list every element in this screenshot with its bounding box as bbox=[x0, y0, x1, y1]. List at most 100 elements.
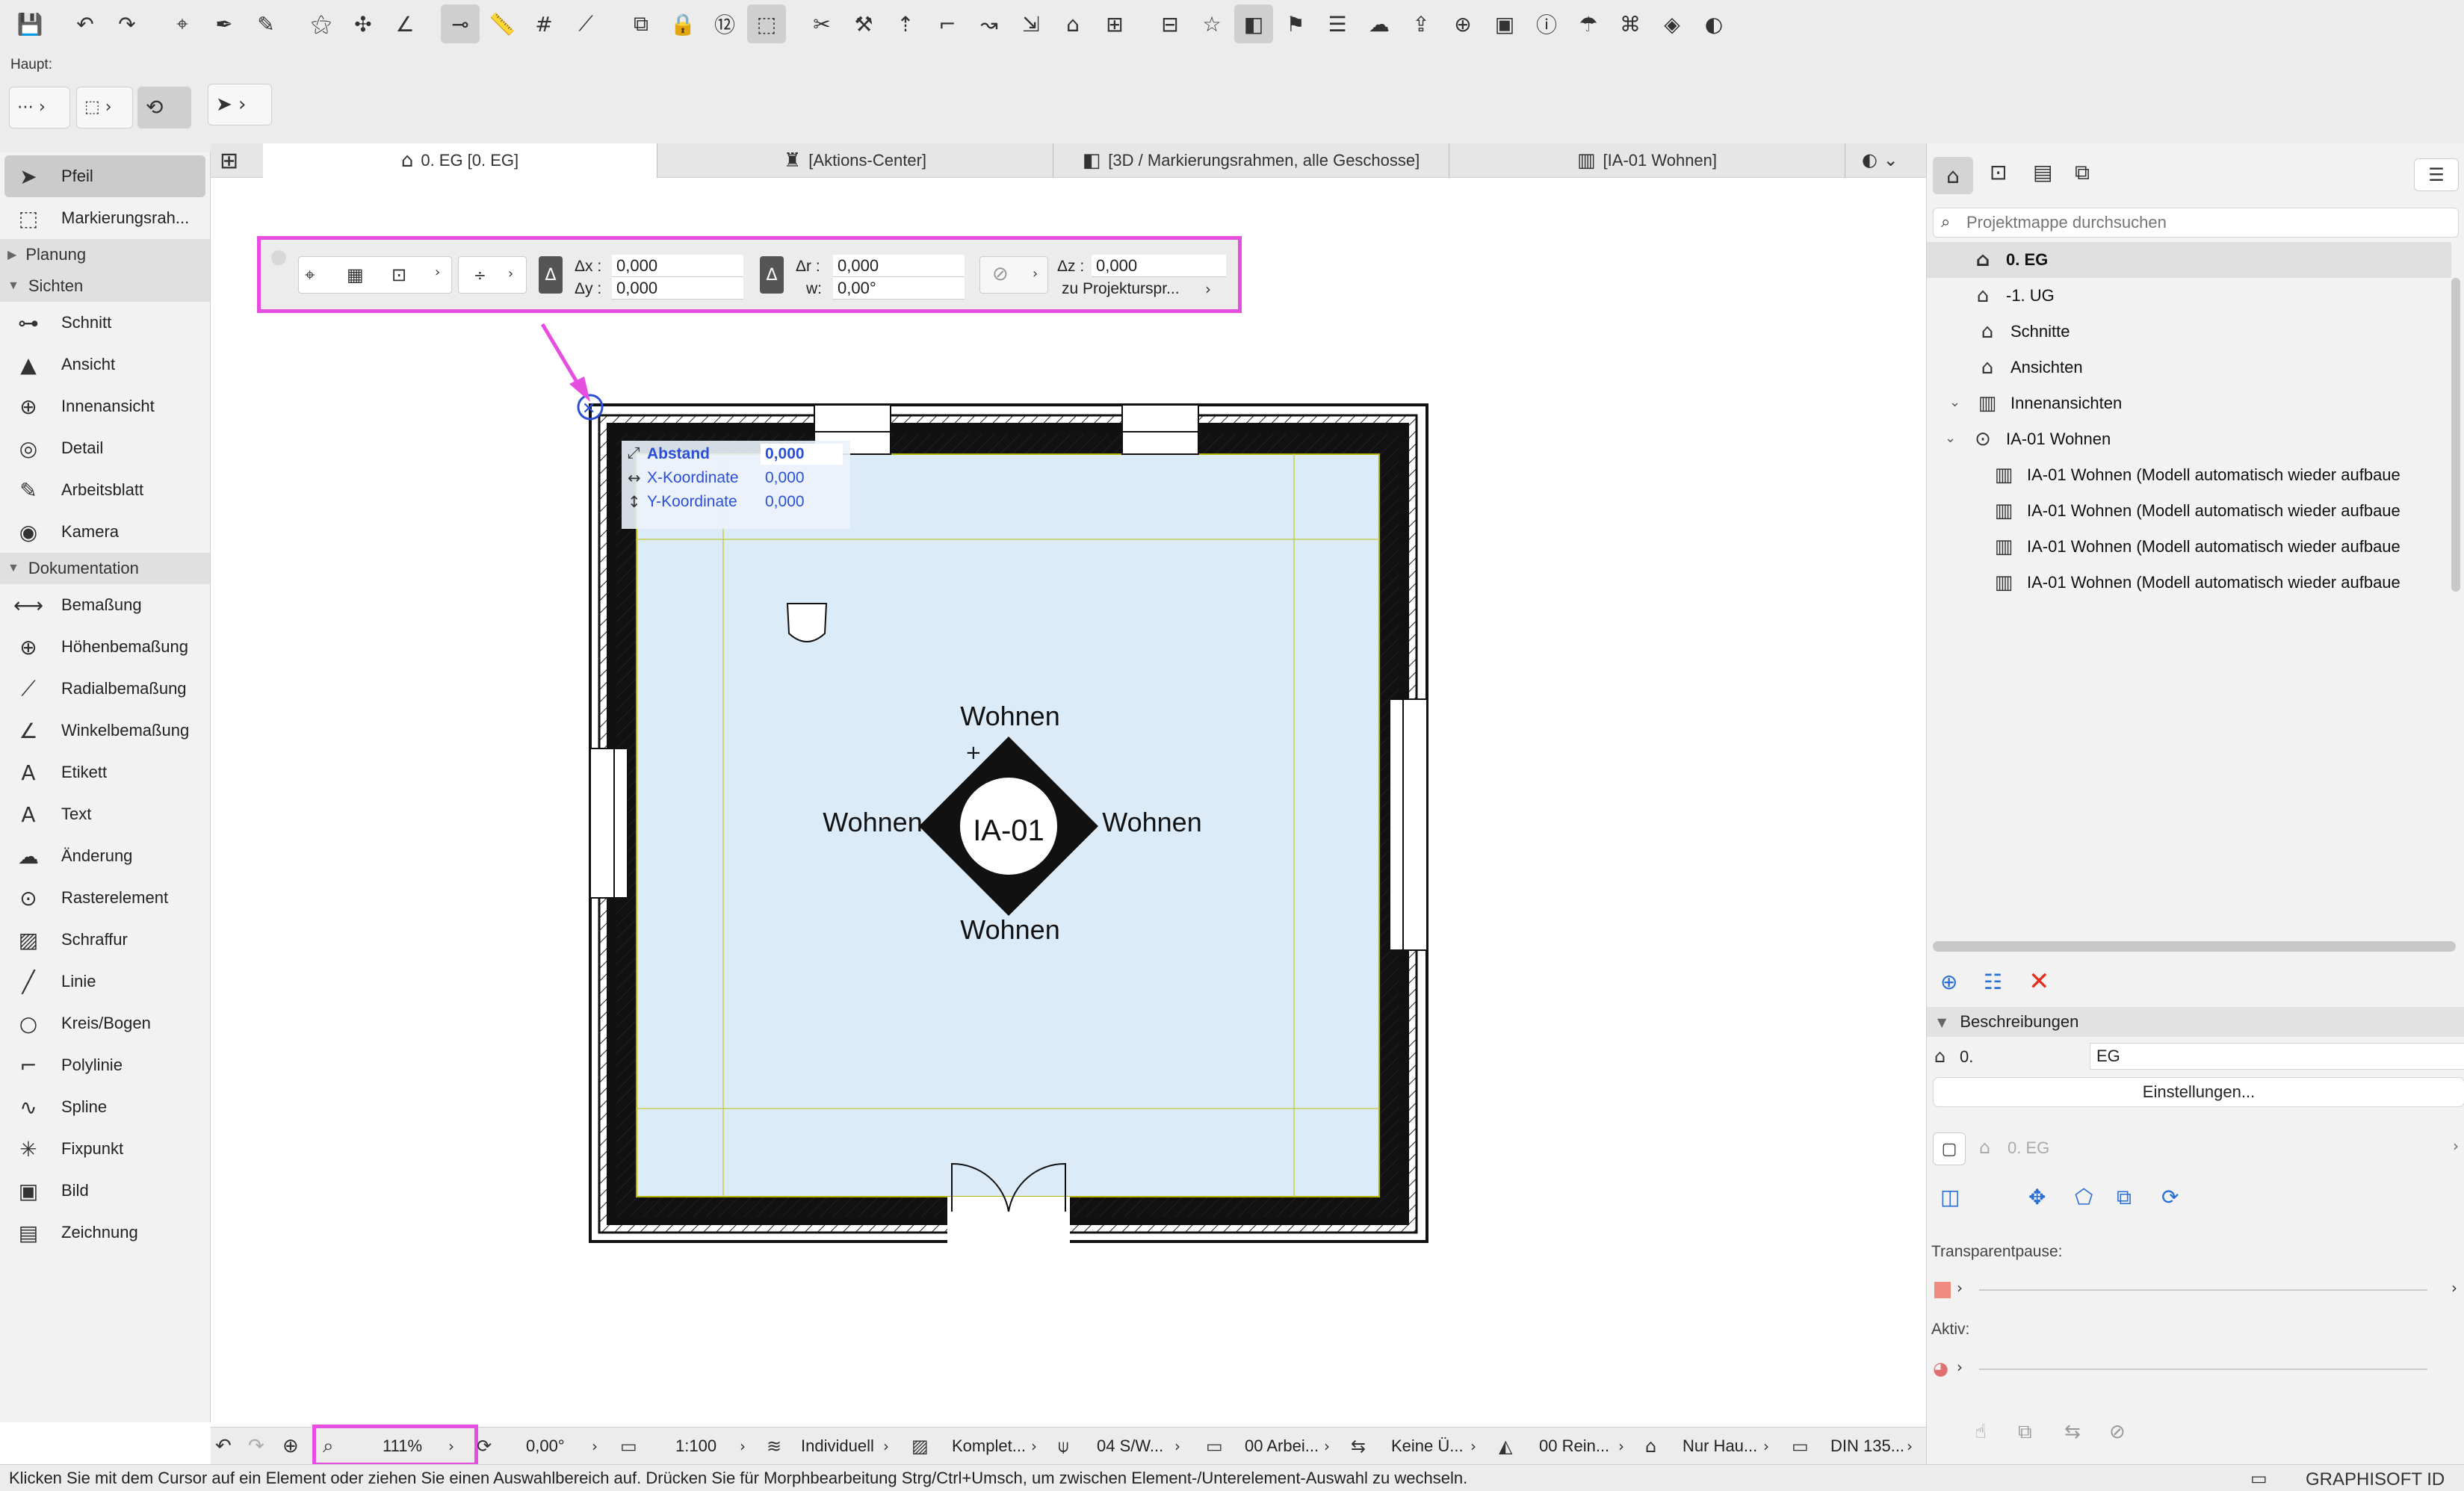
curve-icon[interactable]: ↝ bbox=[970, 4, 1009, 43]
tab-menu-icon[interactable]: ◐ ⌄ bbox=[1862, 149, 1898, 170]
navigator-item[interactable]: ⌂ Ansichten bbox=[1973, 350, 2083, 385]
window-right[interactable] bbox=[1389, 698, 1428, 951]
group-planung[interactable]: ▶ Planung bbox=[0, 239, 210, 270]
tracker-y-field[interactable]: 0,000 bbox=[765, 493, 805, 511]
tool-text[interactable]: A Text bbox=[0, 793, 210, 835]
snap-options-group[interactable]: ⌖ ▦ ⊡ › bbox=[298, 256, 452, 294]
slope-options[interactable]: ⊘ › bbox=[979, 256, 1048, 294]
line-type-selector[interactable]: ⋯ › bbox=[9, 87, 70, 128]
menu-icon[interactable]: ☰ bbox=[2414, 158, 2459, 191]
chevron-right-icon[interactable]: › bbox=[1470, 1428, 1476, 1465]
tool-polylinie[interactable]: ⌐ Polylinie bbox=[0, 1044, 210, 1086]
tab-floor-plan[interactable]: ⌂ 0. EG [0. EG] bbox=[263, 143, 657, 178]
group-dokumentation[interactable]: ▼ Dokumentation bbox=[0, 553, 210, 584]
chevron-right-icon[interactable]: › bbox=[883, 1428, 889, 1465]
graphisoft-id-link[interactable]: GRAPHISOFT ID bbox=[2306, 1469, 2445, 1490]
save-icon[interactable]: 💾 bbox=[10, 4, 49, 43]
stack-icon[interactable]: ⧉ bbox=[622, 4, 660, 43]
chevron-right-icon[interactable]: › bbox=[1205, 280, 1211, 298]
group-icon[interactable]: ⊟ bbox=[1151, 4, 1189, 43]
roof-icon[interactable]: ⌂ bbox=[1053, 4, 1092, 43]
delete-icon[interactable]: ✕ bbox=[2028, 967, 2050, 996]
grid-icon[interactable]: # bbox=[524, 4, 563, 43]
info-icon[interactable]: ⓘ bbox=[1527, 4, 1566, 43]
tool-schraffur[interactable]: ▨ Schraffur bbox=[0, 919, 210, 961]
undo-zoom-icon[interactable]: ↶ bbox=[215, 1428, 232, 1465]
reference-icon[interactable]: ◫ bbox=[1940, 1185, 1960, 1209]
tool-rasterelement[interactable]: ⊙ Rasterelement bbox=[0, 877, 210, 919]
tab-action-center[interactable]: ♜ [Aktions-Center] bbox=[657, 143, 1053, 178]
chevron-right-icon[interactable]: › bbox=[740, 1428, 746, 1465]
trace-action-icon[interactable]: ☝ bbox=[1975, 1421, 1987, 1443]
drawing-canvas[interactable]: + ✕ IA-01 Wohnen Wohnen Wohnen Wohnen ⤢ … bbox=[211, 178, 1926, 1430]
trace-swap-icon[interactable]: ⇆ bbox=[2064, 1421, 2081, 1443]
snap-icon[interactable]: ✣ bbox=[344, 4, 383, 43]
tool-pfeil[interactable]: ➤ Pfeil bbox=[4, 155, 205, 197]
hammer-icon[interactable]: ⚒ bbox=[844, 4, 883, 43]
project-map-icon[interactable]: ⌂ bbox=[1933, 157, 1973, 194]
eyedropper-icon[interactable]: ✒ bbox=[205, 4, 244, 43]
tool-radialbemaßung[interactable]: ⟋ Radialbemaßung bbox=[0, 668, 210, 710]
reference-selector[interactable]: zu Projekturspr... bbox=[1062, 280, 1180, 298]
tool-schnitt[interactable]: ⊶ Schnitt bbox=[0, 302, 210, 344]
work-value[interactable]: 00 Arbei... bbox=[1245, 1428, 1319, 1465]
story-name-field[interactable]: EG bbox=[2090, 1043, 2464, 1070]
corner-icon[interactable]: ⌐ bbox=[928, 4, 967, 43]
tool-detail[interactable]: ◎ Detail bbox=[0, 427, 210, 469]
trace-slider[interactable] bbox=[1979, 1289, 2427, 1291]
redo-zoom-icon[interactable]: ↷ bbox=[248, 1428, 264, 1465]
selection-icon[interactable]: ⬚ bbox=[747, 4, 786, 43]
layers-icon[interactable]: ◧ bbox=[1234, 4, 1273, 43]
tracker-x-field[interactable]: 0,000 bbox=[765, 469, 805, 487]
ruler-icon[interactable]: 📏 bbox=[483, 4, 521, 43]
selection-type-selector[interactable]: ⬚ › bbox=[76, 87, 133, 128]
model-view-value[interactable]: Komplet... bbox=[952, 1428, 1026, 1465]
zoom-value[interactable]: 111% bbox=[383, 1428, 422, 1465]
pointer-option-selector[interactable]: ➤ › bbox=[208, 84, 272, 125]
structure-value[interactable]: Nur Hau... bbox=[1683, 1428, 1757, 1465]
tool-bemaßung[interactable]: ⟷ Bemaßung bbox=[0, 584, 210, 626]
arrow-up-icon[interactable]: ⇡ bbox=[886, 4, 925, 43]
chevron-right-icon[interactable]: › bbox=[1324, 1428, 1330, 1465]
vertical-scrollbar[interactable] bbox=[2451, 278, 2460, 592]
trace-color-swatch[interactable] bbox=[1934, 1282, 1951, 1298]
stretch-icon[interactable]: ⇲ bbox=[1012, 4, 1050, 43]
tool-bild[interactable]: ▣ Bild bbox=[0, 1170, 210, 1212]
tool-linie[interactable]: ╱ Linie bbox=[0, 961, 210, 1002]
window-top-right[interactable] bbox=[1121, 404, 1199, 455]
navigator-item[interactable]: ⊙ IA-01 Wohnen bbox=[1969, 421, 2111, 457]
magic-wand-icon[interactable]: ⚝ bbox=[302, 4, 341, 43]
layout-book-icon[interactable]: ▤ bbox=[2033, 160, 2052, 185]
trace-copy-icon[interactable]: ⧉ bbox=[2018, 1421, 2032, 1444]
group-sichten[interactable]: ▼ Sichten bbox=[0, 270, 210, 302]
dx-field[interactable]: 0,000 bbox=[612, 255, 743, 277]
expand-chevron-icon[interactable]: ⌄ bbox=[1945, 430, 1956, 446]
tracker-distance-field[interactable]: 0,000 bbox=[761, 444, 843, 465]
view-select-icon[interactable]: ▢ bbox=[1933, 1132, 1966, 1165]
angle-field[interactable]: 0,00° bbox=[833, 277, 965, 300]
horizontal-scrollbar[interactable] bbox=[1933, 941, 2456, 952]
renovation-value[interactable]: 00 Rein... bbox=[1539, 1428, 1609, 1465]
tool-zeichnung[interactable]: ▤ Zeichnung bbox=[0, 1212, 210, 1253]
image-icon[interactable]: ▣ bbox=[1485, 4, 1524, 43]
navigator-item[interactable]: ⌂ 0. EG bbox=[1969, 242, 2049, 278]
trace-remove-icon[interactable]: ⊘ bbox=[2109, 1421, 2126, 1443]
layer-value[interactable]: Individuell bbox=[801, 1428, 874, 1465]
window-icon[interactable]: ▭ bbox=[2250, 1468, 2268, 1489]
tool-winkelbemaßung[interactable]: ∠ Winkelbemaßung bbox=[0, 710, 210, 751]
navigator-item[interactable]: ▥ IA-01 Wohnen (Modell automatisch wieder… bbox=[1990, 529, 2400, 565]
tool-arbeitsblatt[interactable]: ✎ Arbeitsblatt bbox=[0, 469, 210, 511]
export-icon[interactable]: ⇪ bbox=[1402, 4, 1440, 43]
add-icon[interactable]: ⊕ bbox=[1940, 970, 1957, 994]
beschreibungen-header[interactable]: ▼ Beschreibungen bbox=[1927, 1007, 2464, 1037]
chevron-right-icon[interactable]: › bbox=[1031, 1428, 1037, 1465]
standard-value[interactable]: DIN 135... bbox=[1830, 1428, 1904, 1465]
tool-spline[interactable]: ∿ Spline bbox=[0, 1086, 210, 1128]
tab-3d[interactable]: ◧ [3D / Markierungsrahmen, alle Geschosse… bbox=[1053, 143, 1449, 178]
navigator-item[interactable]: ⌂ -1. UG bbox=[1969, 278, 2055, 314]
rotate-tool-button[interactable]: ⟲ bbox=[137, 87, 191, 128]
globe-icon[interactable]: ⊕ bbox=[1443, 4, 1482, 43]
dr-field[interactable]: 0,000 bbox=[833, 255, 965, 277]
lock-icon[interactable]: 🔒 bbox=[663, 4, 702, 43]
number-icon[interactable]: ⑫ bbox=[705, 4, 744, 43]
